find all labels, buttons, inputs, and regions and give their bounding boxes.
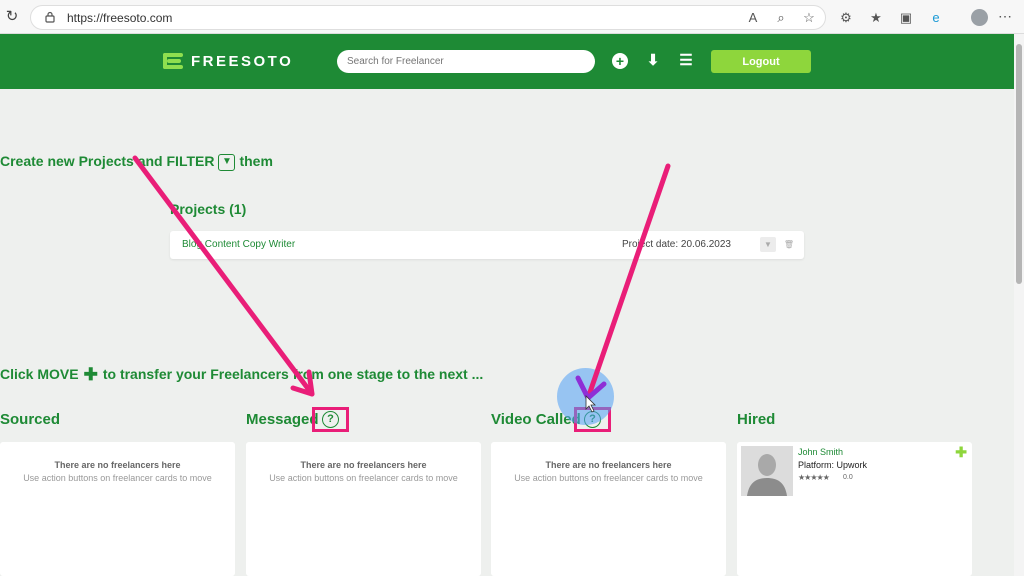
logo-text: FREESOTO [191, 52, 294, 70]
project-date: Project date: 20.06.2023 [622, 239, 731, 250]
instruction-text-end: to transfer your Freelancers from one st… [102, 366, 484, 382]
instruction-text: Create new Projects and FILTER [0, 153, 215, 169]
empty-title: There are no freelancers here [545, 460, 672, 470]
empty-hint: Use action buttons on freelancer cards t… [269, 473, 458, 483]
avatar[interactable] [741, 446, 793, 496]
help-question-icon[interactable]: ? [322, 411, 339, 428]
freelancer-name[interactable]: John Smith [798, 447, 843, 457]
empty-hint: Use action buttons on freelancer cards t… [514, 473, 703, 483]
zoom-icon[interactable]: ⌕ [773, 10, 789, 26]
edge-icon[interactable]: e [928, 10, 944, 26]
stage-title-sourced: Sourced [0, 411, 61, 428]
filter-project-icon[interactable]: ▼ [760, 237, 776, 252]
browser-toolbar: ↻ https://freesoto.com A ⌕ ☆ ⚙ ★ ▣ e ⋯ [0, 0, 1024, 34]
projects-instruction: Create new Projects and FILTER ▼ them [0, 153, 273, 171]
stage-column-video-called: There are no freelancers here Use action… [491, 442, 726, 576]
stage-title-messaged: Messaged [246, 411, 319, 428]
page-scrollbar[interactable] [1014, 34, 1024, 576]
instruction-text-end: them [239, 153, 273, 169]
logo[interactable]: FREESOTO [163, 52, 293, 70]
stage-column-sourced: There are no freelancers here Use action… [0, 442, 235, 576]
search-input[interactable] [337, 50, 595, 73]
help-highlight-box: ? [312, 407, 349, 432]
freelancer-card[interactable]: John Smith Platform: Upwork ★★★★★ 0.0 ✚ [737, 442, 972, 502]
favorite-star-icon[interactable]: ☆ [801, 10, 817, 26]
empty-hint: Use action buttons on freelancer cards t… [23, 473, 212, 483]
profile-icon[interactable] [971, 9, 988, 26]
reload-icon[interactable]: ↻ [4, 9, 20, 25]
move-plus-icon: ✚ [83, 365, 98, 384]
person-silhouette-icon [741, 446, 793, 496]
annotation-arrow [132, 155, 315, 397]
projects-title: Projects (1) [170, 201, 247, 217]
app-header: FREESOTO + ⬇ ☰ Logout [0, 34, 1014, 89]
collections-icon[interactable]: ▣ [898, 10, 914, 26]
download-icon[interactable]: ⬇ [645, 53, 661, 69]
stage-column-hired: John Smith Platform: Upwork ★★★★★ 0.0 ✚ [737, 442, 972, 576]
favorites-icon[interactable]: ★ [868, 10, 884, 26]
project-card[interactable]: Blog Content Copy Writer Project date: 2… [170, 231, 804, 259]
cursor-highlight [557, 368, 614, 425]
empty-title: There are no freelancers here [300, 460, 427, 470]
delete-icon[interactable]: 🗑 [781, 237, 797, 252]
menu-icon[interactable]: ⋯ [998, 8, 1012, 25]
rating-value: 0.0 [843, 474, 853, 481]
address-bar[interactable]: https://freesoto.com A ⌕ ☆ [30, 5, 826, 30]
stage-title-hired: Hired [737, 411, 776, 428]
logout-button[interactable]: Logout [711, 50, 811, 73]
url-text: https://freesoto.com [67, 11, 173, 25]
logo-mark-icon [163, 52, 185, 70]
scrollbar-thumb[interactable] [1016, 44, 1022, 284]
lock-icon [45, 11, 55, 23]
stages-instruction: Click MOVE ✚ to transfer your Freelancers … [0, 365, 483, 385]
add-project-icon[interactable]: + [612, 53, 628, 69]
stage-column-messaged: There are no freelancers here Use action… [246, 442, 481, 576]
extensions-icon[interactable]: ⚙ [838, 10, 854, 26]
move-plus-icon[interactable]: ✚ [955, 444, 967, 461]
instruction-text: Click MOVE [0, 366, 79, 382]
annotation-arrow [585, 163, 671, 401]
filter-icon: ▼ [218, 153, 236, 171]
freelancer-platform: Platform: Upwork [798, 460, 868, 470]
read-aloud-icon[interactable]: A [745, 10, 761, 26]
rating-stars: ★★★★★ [798, 473, 830, 482]
empty-title: There are no freelancers here [54, 460, 181, 470]
project-name[interactable]: Blog Content Copy Writer [182, 239, 295, 250]
hamburger-menu-icon[interactable]: ☰ [678, 53, 694, 69]
